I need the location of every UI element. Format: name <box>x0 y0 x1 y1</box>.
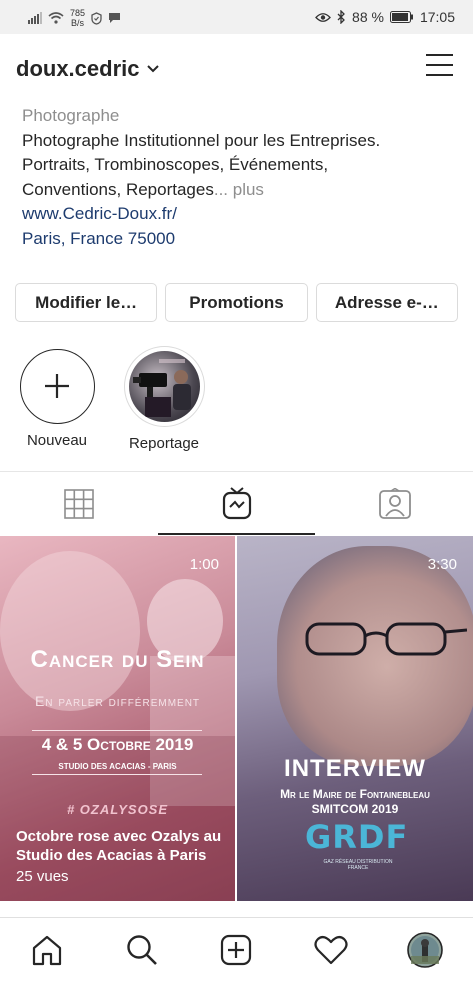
bio-more-link[interactable]: ... plus <box>214 180 264 199</box>
tagged-person-icon <box>378 487 411 519</box>
camera-operator-image <box>132 359 191 417</box>
profile-actions: Modifier le… Promotions Adresse e-… <box>15 283 458 322</box>
grdf-logo: GRDF <box>305 818 409 856</box>
video-caption: Octobre rose avec Ozalys au Studio des A… <box>16 828 222 864</box>
profile-tabs <box>0 471 473 535</box>
highlight-cover <box>123 346 205 427</box>
video-duration: 3:30 <box>427 556 457 573</box>
plus-icon <box>44 374 69 398</box>
search-icon <box>127 935 157 965</box>
chevron-down-icon <box>147 65 160 73</box>
grdf-logo-subtext: GAZ RÉSEAU DISTRIBUTION FRANCE <box>323 859 393 871</box>
email-button[interactable]: Adresse e-… <box>315 283 458 322</box>
video-overlay-title: INTERVIEW <box>284 755 426 782</box>
battery-percent: 88 % <box>352 9 384 25</box>
bio-line: Photographe Institutionnel pour les Entr… <box>22 130 381 150</box>
website-link[interactable]: www.Cedric-Doux.fr/ <box>22 202 462 227</box>
video-overlay-subtitle: Mr le Maire de Fontainebleau SMITCOM 201… <box>280 787 430 816</box>
nav-activity[interactable] <box>313 932 349 968</box>
status-bar: 785 B/s 88 % 17:05 <box>0 0 473 34</box>
add-highlight-circle <box>19 349 95 424</box>
igtv-video-tile[interactable]: 3:30 INTERVIEW Mr le Maire de Fontainebl… <box>237 536 473 901</box>
wifi-icon <box>48 12 64 24</box>
igtv-icon <box>222 486 251 519</box>
tab-igtv[interactable] <box>158 472 315 535</box>
video-overlay-venue: STUDIO DES ACACIAS - PARIS <box>58 762 177 771</box>
grid-icon <box>63 488 94 519</box>
bluetooth-icon <box>337 10 345 24</box>
home-icon <box>32 935 62 966</box>
highlight-label: Reportage <box>128 435 200 452</box>
igtv-grid: 1:00 Cancer du Sein En parler différemme… <box>0 536 473 901</box>
avatar <box>407 932 443 968</box>
account-switcher[interactable]: doux.cedric <box>16 56 160 82</box>
profile-header: doux.cedric <box>0 34 473 96</box>
bio-line: Conventions, Reportages <box>22 179 214 199</box>
tab-grid[interactable] <box>0 472 157 535</box>
nav-search[interactable] <box>124 932 160 968</box>
igtv-video-tile[interactable]: 1:00 Cancer du Sein En parler différemme… <box>0 536 235 901</box>
highlight-label: Nouveau <box>26 432 88 449</box>
message-icon <box>109 13 121 23</box>
hamburger-menu-icon[interactable] <box>426 54 453 76</box>
bio-category: Photographe <box>22 106 120 125</box>
shield-icon <box>91 11 102 25</box>
bottom-nav <box>0 917 473 982</box>
video-overlay-subtitle: En parler différemment <box>34 693 201 709</box>
video-overlay-title: Cancer du Sein <box>30 646 205 673</box>
nav-profile[interactable] <box>407 932 443 968</box>
new-post-icon <box>220 934 252 966</box>
tab-tagged[interactable] <box>316 472 473 535</box>
eye-icon <box>315 12 331 22</box>
divider <box>32 730 202 731</box>
highlight-reportage[interactable]: Reportage <box>122 346 206 452</box>
battery-icon <box>389 11 413 23</box>
divider <box>32 774 202 775</box>
bio-line: Portraits, Trombinoscopes, Événements, <box>22 155 329 174</box>
nav-home[interactable] <box>29 932 65 968</box>
clock: 17:05 <box>419 9 455 25</box>
network-speed: 785 B/s <box>70 8 86 28</box>
username: doux.cedric <box>16 56 140 81</box>
video-overlay-date: 4 & 5 Octobre 2019 <box>41 735 194 754</box>
nav-create[interactable] <box>218 932 254 968</box>
glasses-shape <box>305 622 467 656</box>
highlight-new[interactable]: Nouveau <box>19 349 95 449</box>
video-duration: 1:00 <box>189 556 219 573</box>
promotions-button[interactable]: Promotions <box>165 283 308 322</box>
location-link[interactable]: Paris, France 75000 <box>22 227 462 252</box>
profile-bio: Photographe Photographe Institutionnel p… <box>22 104 462 251</box>
signal-icon <box>28 12 42 24</box>
edit-profile-button[interactable]: Modifier le… <box>15 283 158 322</box>
video-overlay-hashtag: # OZALYSOSE <box>66 802 169 817</box>
video-views: 25 vues <box>16 868 69 885</box>
heart-icon <box>314 935 348 965</box>
